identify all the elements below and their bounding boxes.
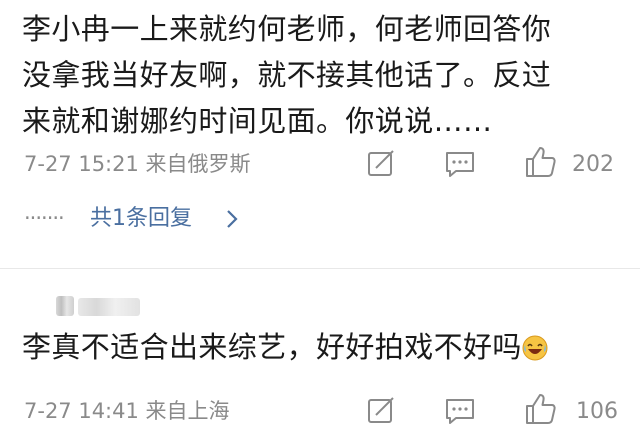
comment-1-line-2: 没拿我当好友啊，就不接其他话了。反过: [22, 58, 552, 92]
chevron-right-icon[interactable]: [224, 208, 240, 230]
like-count: 106: [576, 399, 618, 424]
replies-dots: ·······: [24, 206, 65, 230]
laughing-crying-emoji: [522, 335, 548, 361]
repost-icon[interactable]: [366, 395, 396, 425]
comment-1-line-3: 来就和谢娜约时间见面。你说说……: [22, 104, 493, 138]
comment-2-line: 李真不适合出来综艺，好好拍戏不好吗: [22, 330, 522, 364]
avatar[interactable]: [56, 296, 74, 316]
like-icon[interactable]: [524, 392, 558, 426]
like-icon[interactable]: [524, 145, 558, 179]
replies-link[interactable]: 共1条回复: [90, 205, 192, 233]
comment-1-text: 李小冉一上来就约何老师，何老师回答你 没拿我当好友啊，就不接其他话了。反过 来就…: [22, 6, 632, 144]
comment-icon[interactable]: [444, 148, 476, 180]
comment-2-meta: 7-27 14:41 来自上海: [24, 399, 230, 423]
like-count: 202: [572, 152, 614, 177]
comment-icon[interactable]: [444, 395, 476, 427]
username-blurred[interactable]: [78, 298, 140, 316]
comment-1-line-1: 李小冉一上来就约何老师，何老师回答你: [22, 12, 552, 46]
repost-icon[interactable]: [366, 148, 396, 178]
comment-2-text: 李真不适合出来综艺，好好拍戏不好吗: [22, 324, 632, 370]
replies-label: 共1条回复: [90, 206, 192, 231]
comment-divider: [0, 268, 640, 269]
comment-1-meta: 7-27 15:21 来自俄罗斯: [24, 152, 251, 176]
